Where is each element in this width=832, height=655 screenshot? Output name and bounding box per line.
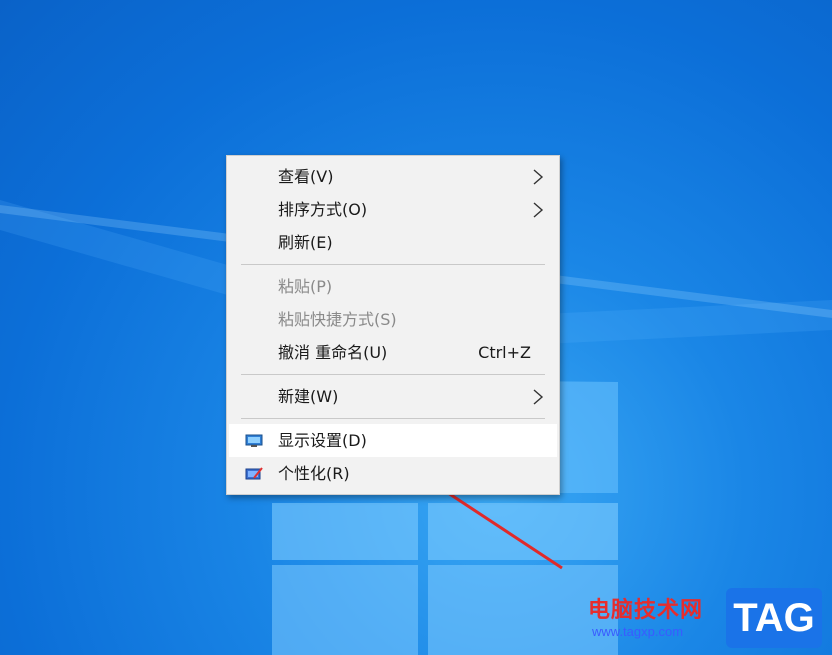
menu-item-refresh[interactable]: 刷新(E) xyxy=(229,226,557,259)
menu-item-label: 新建(W) xyxy=(278,387,339,406)
menu-item-new[interactable]: 新建(W) xyxy=(229,380,557,413)
menu-item-label: 个性化(R) xyxy=(278,464,350,483)
menu-item-label: 粘贴快捷方式(S) xyxy=(278,310,397,329)
menu-separator xyxy=(241,264,545,265)
menu-item-view[interactable]: 查看(V) xyxy=(229,160,557,193)
watermark-url: www.tagxp.com xyxy=(592,624,684,639)
menu-item-personalize[interactable]: 个性化(R) xyxy=(229,457,557,490)
menu-separator xyxy=(241,418,545,419)
menu-item-sort-by[interactable]: 排序方式(O) xyxy=(229,193,557,226)
menu-item-paste: 粘贴(P) xyxy=(229,270,557,303)
display-icon xyxy=(245,434,263,447)
chevron-right-icon xyxy=(533,202,544,218)
menu-item-display-settings[interactable]: 显示设置(D) xyxy=(229,424,557,457)
desktop-context-menu: 查看(V) 排序方式(O) 刷新(E) 粘贴(P) 粘贴快捷方式(S) 撤消 重… xyxy=(226,155,560,495)
desktop-background[interactable]: 查看(V) 排序方式(O) 刷新(E) 粘贴(P) 粘贴快捷方式(S) 撤消 重… xyxy=(0,0,832,655)
menu-item-label: 查看(V) xyxy=(278,167,334,186)
menu-item-undo-rename[interactable]: 撤消 重命名(U) Ctrl+Z xyxy=(229,336,557,369)
watermark-site-name: 电脑技术网 xyxy=(588,598,704,623)
site-watermark: 电脑技术网 www.tagxp.com TAG xyxy=(582,580,832,655)
chevron-right-icon xyxy=(533,389,544,405)
menu-item-label: 撤消 重命名(U) xyxy=(278,343,388,362)
watermark-tag-logo: TAG xyxy=(726,588,822,648)
menu-item-label: 显示设置(D) xyxy=(278,431,367,450)
menu-item-label: 刷新(E) xyxy=(278,233,333,252)
menu-item-label: 粘贴(P) xyxy=(278,277,333,296)
menu-item-shortcut: Ctrl+Z xyxy=(478,343,531,362)
chevron-right-icon xyxy=(533,169,544,185)
menu-item-paste-shortcut: 粘贴快捷方式(S) xyxy=(229,303,557,336)
menu-separator xyxy=(241,374,545,375)
personalize-icon xyxy=(245,467,263,480)
menu-item-label: 排序方式(O) xyxy=(278,200,368,219)
